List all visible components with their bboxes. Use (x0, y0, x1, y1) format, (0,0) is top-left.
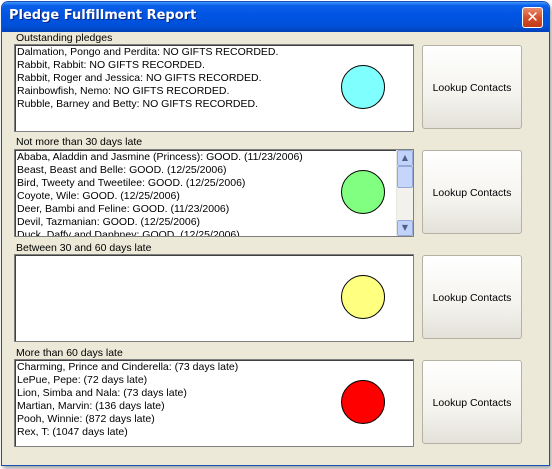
list-item[interactable]: Beast, Beast and Belle: GOOD. (12/25/200… (17, 164, 395, 177)
within-30-lines: Ababa, Aladdin and Jasmine (Princess): G… (17, 151, 395, 236)
list-item[interactable]: Deer, Bambi and Feline: GOOD. (11/23/200… (17, 203, 395, 216)
outstanding-pledges-list[interactable]: Dalmation, Pongo and Perdita: NO GIFTS R… (14, 44, 414, 132)
list-item[interactable]: Pooh, Winnie: (872 days late) (17, 413, 395, 426)
lookup-contacts-button-over-60-days[interactable]: Lookup Contacts (422, 360, 522, 444)
within-30-days-list[interactable]: Ababa, Aladdin and Jasmine (Princess): G… (14, 149, 414, 237)
list-item[interactable]: Martian, Marvin: (136 days late) (17, 400, 395, 413)
outstanding-lines: Dalmation, Pongo and Perdita: NO GIFTS R… (17, 46, 395, 111)
lookup-contacts-button-30-days[interactable]: Lookup Contacts (422, 150, 522, 234)
section-label-30-days: Not more than 30 days late (16, 136, 143, 148)
over-60-lines: Charming, Prince and Cinderella: (73 day… (17, 361, 395, 439)
list-item[interactable]: Rabbit, Roger and Jessica: NO GIFTS RECO… (17, 72, 395, 85)
list-scrollbar[interactable]: ▲ ▼ (396, 150, 413, 236)
list-item[interactable]: Rex, T: (1047 days late) (17, 426, 395, 439)
scroll-up-icon: ▲ (401, 153, 409, 162)
status-indicator-green (341, 170, 385, 214)
list-item[interactable]: Dalmation, Pongo and Perdita: NO GIFTS R… (17, 46, 395, 59)
between-30-60-days-list[interactable] (14, 254, 414, 342)
over-60-days-list[interactable]: Charming, Prince and Cinderella: (73 day… (14, 359, 414, 447)
lookup-contacts-button-outstanding[interactable]: Lookup Contacts (422, 45, 522, 129)
list-item[interactable]: Rabbit, Rabbit: NO GIFTS RECORDED. (17, 59, 395, 72)
close-icon: ✕ (526, 8, 539, 26)
list-item[interactable]: Rainbowfish, Nemo: NO GIFTS RECORDED. (17, 85, 395, 98)
status-indicator-red (341, 380, 385, 424)
title-bar[interactable]: Pledge Fulfillment Report ✕ (2, 2, 549, 32)
list-item[interactable]: Bird, Tweety and Tweetilee: GOOD. (12/25… (17, 177, 395, 190)
report-body: Outstanding pledges Dalmation, Pongo and… (6, 32, 545, 462)
section-label-outstanding: Outstanding pledges (16, 32, 113, 44)
list-item[interactable]: Charming, Prince and Cinderella: (73 day… (17, 361, 395, 374)
status-indicator-cyan (341, 65, 385, 109)
list-item[interactable]: Rubble, Barney and Betty: NO GIFTS RECOR… (17, 98, 395, 111)
lookup-contacts-button-30-60-days[interactable]: Lookup Contacts (422, 255, 522, 339)
list-item[interactable]: Ababa, Aladdin and Jasmine (Princess): G… (17, 151, 395, 164)
list-item[interactable]: LePue, Pepe: (72 days late) (17, 374, 395, 387)
list-item[interactable]: Coyote, Wile: GOOD. (12/25/2006) (17, 190, 395, 203)
scroll-down-button[interactable]: ▼ (397, 220, 413, 236)
scroll-thumb[interactable] (397, 166, 413, 188)
close-button[interactable]: ✕ (522, 7, 543, 28)
scroll-up-button[interactable]: ▲ (397, 150, 413, 166)
status-indicator-yellow (341, 275, 385, 319)
scroll-down-icon: ▼ (401, 223, 409, 232)
list-item[interactable]: Devil, Tazmanian: GOOD. (12/25/2006) (17, 216, 395, 229)
list-item[interactable]: Duck, Daffy and Daphney: GOOD. (12/25/20… (17, 229, 395, 236)
pledge-report-window: Pledge Fulfillment Report ✕ Outstanding … (1, 1, 550, 466)
section-label-30-60-days: Between 30 and 60 days late (16, 242, 152, 254)
list-item[interactable]: Lion, Simba and Nala: (73 days late) (17, 387, 395, 400)
window-title: Pledge Fulfillment Report (9, 8, 197, 23)
section-label-over-60-days: More than 60 days late (16, 347, 123, 359)
